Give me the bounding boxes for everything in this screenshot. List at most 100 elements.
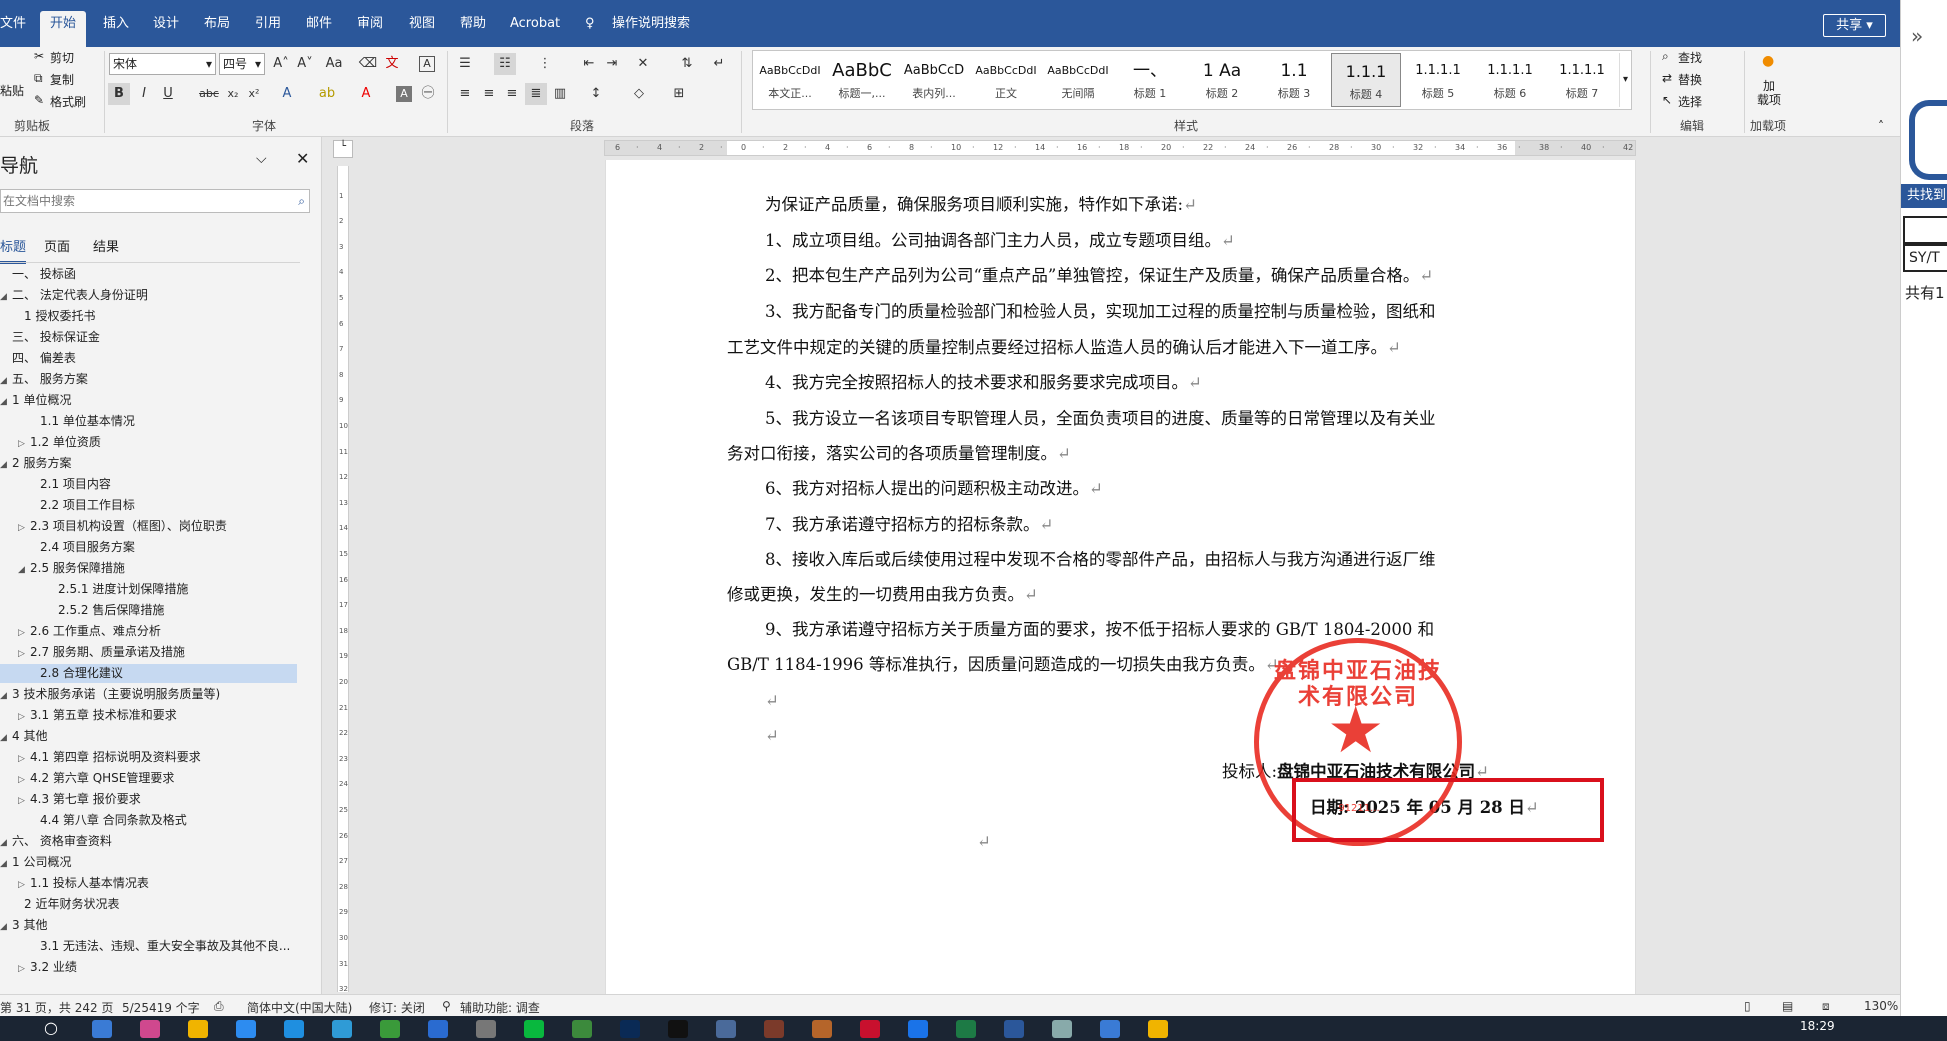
nav-tab-headings[interactable]: 标题 <box>0 236 27 264</box>
app-icon[interactable] <box>812 1020 832 1038</box>
nav-heading-item[interactable]: ▷ 4.2 第六章 QHSE管理要求 <box>0 769 297 788</box>
excel-icon[interactable] <box>956 1020 976 1038</box>
tab-insert[interactable]: 插入 <box>103 14 129 34</box>
tab-review[interactable]: 审阅 <box>357 14 383 34</box>
track-changes[interactable]: 修订: 关闭 <box>369 999 425 1016</box>
word-count[interactable]: 5/25419 个字 <box>122 999 200 1016</box>
char-border-icon[interactable]: A <box>419 56 435 72</box>
expand-toggle-icon[interactable]: ▷ <box>18 624 30 643</box>
nav-heading-item[interactable]: 2.8 合理化建议 <box>0 664 297 683</box>
print-layout-icon[interactable]: ▤ <box>1782 999 1793 1013</box>
underline-icon[interactable]: U <box>157 83 179 105</box>
chinese-layout-icon[interactable]: ✕ <box>632 53 654 75</box>
style-heading-6[interactable]: 1.1.1.1 标题 6 <box>1475 53 1545 107</box>
expand-toggle-icon[interactable]: ◢ <box>0 729 12 748</box>
nav-heading-item[interactable]: ◢ 1 单位概况 <box>0 391 297 410</box>
replace-button[interactable]: 替换 <box>1678 71 1702 88</box>
tab-selector[interactable]: └ <box>333 140 353 158</box>
nav-heading-item[interactable]: 4.4 第八章 合同条款及格式 <box>0 811 297 830</box>
phonetic-icon[interactable]: 文 <box>381 53 403 75</box>
borders-icon[interactable]: ⊞ <box>668 83 690 105</box>
nav-heading-item[interactable]: 2.1 项目内容 <box>0 475 297 494</box>
app-icon[interactable] <box>380 1020 400 1038</box>
cut-button[interactable]: 剪切 <box>50 49 74 66</box>
nav-heading-item[interactable]: ◢ 3 技术服务承诺（主要说明服务质量等) <box>0 685 297 704</box>
copy-button[interactable]: 复制 <box>50 71 74 88</box>
expand-toggle-icon[interactable]: ◢ <box>0 855 12 874</box>
style-heading-4[interactable]: 1.1.1 标题 4 <box>1331 53 1401 107</box>
page-count[interactable]: 第 31 页，共 242 页 <box>0 999 113 1016</box>
paste-button[interactable]: 粘贴 <box>0 82 24 99</box>
app-icon[interactable] <box>908 1020 928 1038</box>
clear-format-icon[interactable]: ⌫ <box>357 53 379 75</box>
nav-heading-item[interactable]: 一、 投标函 <box>0 265 297 284</box>
expand-toggle-icon[interactable]: ◢ <box>0 372 12 391</box>
nav-tab-results[interactable]: 结果 <box>93 236 119 255</box>
result-item[interactable]: SY/T <box>1903 244 1947 272</box>
style-heading-1[interactable]: 一、 标题 1 <box>1115 53 1185 107</box>
app-icon[interactable] <box>428 1020 448 1038</box>
nav-heading-item[interactable]: ▷ 4.1 第四章 招标说明及资料要求 <box>0 748 297 767</box>
style-table-col[interactable]: AaBbCcD 表内列... <box>899 53 969 107</box>
nav-heading-item[interactable]: ◢ 五、 服务方案 <box>0 370 297 389</box>
nav-heading-item[interactable]: ▷ 2.3 项目机构设置（框图）、岗位职责 <box>0 517 297 536</box>
subscript-icon[interactable]: x₂ <box>222 83 244 105</box>
nav-heading-item[interactable]: 2 近年财务状况表 <box>0 895 297 914</box>
sort-icon[interactable]: ⇅ <box>676 53 698 75</box>
wechat-icon[interactable] <box>524 1020 544 1038</box>
accessibility-status[interactable]: 辅助功能: 调查 <box>460 999 540 1016</box>
justify-icon[interactable]: ≣ <box>525 83 547 105</box>
share-button[interactable]: 共享 ▾ <box>1823 14 1886 37</box>
style-heading-7[interactable]: 1.1.1.1 标题 7 <box>1547 53 1617 107</box>
tab-references[interactable]: 引用 <box>255 14 281 34</box>
find-button[interactable]: 查找 <box>1678 49 1702 66</box>
nav-heading-item[interactable]: ◢ 六、 资格审查资料 <box>0 832 297 851</box>
nav-heading-item[interactable]: 2.4 项目服务方案 <box>0 538 297 557</box>
shading-icon[interactable]: ◇ <box>628 83 650 105</box>
proofing-icon[interactable]: ⎙ <box>214 999 224 1014</box>
nav-heading-item[interactable]: ▷ 1.1 投标人基本情况表 <box>0 874 297 893</box>
tab-layout[interactable]: 布局 <box>204 14 230 34</box>
photoshop-icon[interactable] <box>620 1020 640 1038</box>
web-layout-icon[interactable]: ⧈ <box>1822 999 1830 1014</box>
expand-toggle-icon[interactable]: ◢ <box>0 393 12 412</box>
expand-toggle-icon[interactable]: ▷ <box>18 435 30 454</box>
select-button[interactable]: 选择 <box>1678 93 1702 110</box>
tab-help[interactable]: 帮助 <box>460 14 486 34</box>
app-icon[interactable] <box>284 1020 304 1038</box>
app-icon[interactable] <box>332 1020 352 1038</box>
nav-heading-item[interactable]: 2.5.2 售后保障措施 <box>0 601 297 620</box>
align-right-icon[interactable]: ≡ <box>501 83 523 105</box>
nav-heading-item[interactable]: ▷ 2.7 服务期、质量承诺及措施 <box>0 643 297 662</box>
acrobat-icon[interactable] <box>860 1020 880 1038</box>
line-spacing-icon[interactable]: ↕ <box>585 83 607 105</box>
expand-toggle-icon[interactable]: ◢ <box>0 834 12 853</box>
expand-pane-icon[interactable]: » <box>1911 24 1923 48</box>
app-icon[interactable] <box>140 1020 160 1038</box>
nav-heading-item[interactable]: ◢ 二、 法定代表人身份证明 <box>0 286 297 305</box>
text-effects-icon[interactable]: A <box>276 83 298 105</box>
tell-me-search[interactable]: 操作说明搜索 <box>612 14 690 34</box>
zoom-level[interactable]: 130% <box>1864 999 1898 1013</box>
expand-toggle-icon[interactable]: ▷ <box>18 750 30 769</box>
app-icon[interactable] <box>764 1020 784 1038</box>
tab-design[interactable]: 设计 <box>153 14 179 34</box>
read-mode-icon[interactable]: ▯ <box>1744 999 1751 1013</box>
nav-heading-item[interactable]: 1 授权委托书 <box>0 307 297 326</box>
collapse-ribbon-icon[interactable]: ˄ <box>1878 119 1884 133</box>
expand-toggle-icon[interactable]: ◢ <box>0 918 12 937</box>
app-icon[interactable] <box>476 1020 496 1038</box>
expand-toggle-icon[interactable]: ▷ <box>18 771 30 790</box>
app-icon[interactable] <box>716 1020 736 1038</box>
nav-heading-item[interactable]: ◢ 3 其他 <box>0 916 297 935</box>
nav-heading-item[interactable]: ▷ 4.3 第七章 报价要求 <box>0 790 297 809</box>
highlight-icon[interactable]: ab <box>316 83 338 105</box>
folder-icon[interactable] <box>188 1020 208 1038</box>
app-icon[interactable] <box>1100 1020 1120 1038</box>
italic-icon[interactable]: I <box>133 83 155 105</box>
expand-toggle-icon[interactable]: ▷ <box>18 960 30 979</box>
search-icon[interactable]: ○ <box>44 1018 58 1037</box>
nav-heading-item[interactable]: ▷ 3.1 第五章 技术标准和要求 <box>0 706 297 725</box>
font-name-combo[interactable]: 宋体 ▾ <box>109 53 216 75</box>
expand-toggle-icon[interactable]: ▷ <box>18 645 30 664</box>
